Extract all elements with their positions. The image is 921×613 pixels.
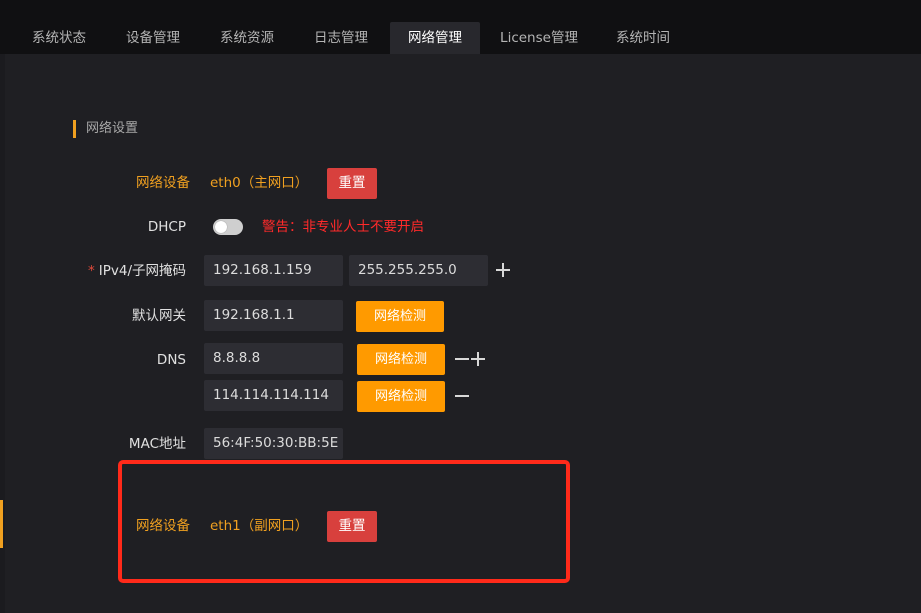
ipv4-label-row: * IPv4/子网掩码	[60, 261, 186, 281]
gateway-input[interactable]: 192.168.1.1	[204, 300, 343, 331]
tab-license-management[interactable]: License管理	[488, 22, 590, 54]
scroll-indicator	[0, 500, 3, 548]
annotation-highlight-box	[118, 460, 570, 583]
ipv4-label: IPv4/子网掩码	[98, 263, 186, 279]
dns-1-detect-button[interactable]: 网络检测	[357, 344, 445, 375]
dhcp-warning: 警告：非专业人士不要开启	[262, 219, 424, 235]
ipv4-input[interactable]: 192.168.1.159	[204, 255, 343, 286]
remove-dns-2-minus-icon[interactable]	[454, 388, 470, 404]
toggle-knob	[215, 221, 227, 233]
tab-bar: 系统状态 设备管理 系统资源 日志管理 网络管理 License管理 系统时间	[0, 0, 921, 54]
tab-device-management[interactable]: 设备管理	[110, 22, 196, 54]
dns-input-2[interactable]: 114.114.114.114	[204, 380, 343, 411]
tab-system-status[interactable]: 系统状态	[16, 22, 102, 54]
eth0-device-label: 网络设备	[136, 175, 190, 191]
subnet-mask-input[interactable]: 255.255.255.0	[349, 255, 488, 286]
gateway-label: 默认网关	[132, 308, 186, 324]
tab-system-time[interactable]: 系统时间	[600, 22, 686, 54]
dhcp-toggle[interactable]	[213, 219, 243, 235]
remove-dns-1-minus-icon[interactable]	[454, 351, 470, 367]
eth0-device-value: eth0（主网口）	[210, 175, 309, 191]
required-mark: *	[88, 263, 95, 279]
dhcp-label: DHCP	[147, 219, 186, 235]
dns-input-1[interactable]: 8.8.8.8	[204, 343, 343, 374]
mac-label: MAC地址	[128, 436, 186, 452]
tab-network-management[interactable]: 网络管理	[390, 22, 480, 54]
add-ip-plus-icon[interactable]	[495, 262, 511, 278]
mac-address-field: 56:4F:50:30:BB:5E	[204, 428, 343, 459]
section-accent-bar	[73, 120, 76, 138]
eth0-reset-button[interactable]: 重置	[327, 168, 377, 199]
section-title: 网络设置	[86, 121, 139, 136]
gateway-detect-button[interactable]: 网络检测	[356, 301, 444, 332]
tab-system-resources[interactable]: 系统资源	[204, 22, 290, 54]
dns-2-detect-button[interactable]: 网络检测	[357, 381, 445, 412]
tab-log-management[interactable]: 日志管理	[298, 22, 384, 54]
add-dns-plus-icon[interactable]	[470, 351, 486, 367]
dns-label: DNS	[156, 352, 186, 368]
